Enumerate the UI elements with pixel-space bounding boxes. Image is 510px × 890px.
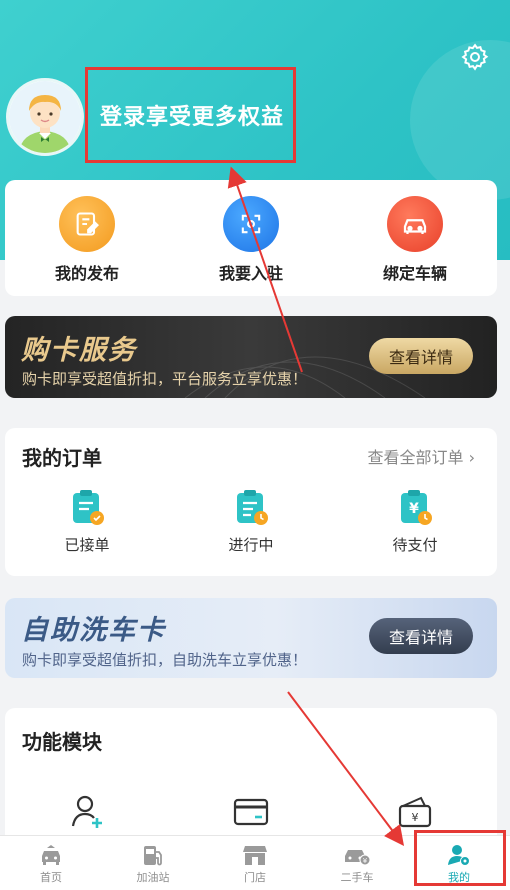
tab-label: 首页	[40, 871, 62, 884]
tab-home[interactable]: 首页	[0, 836, 102, 890]
avatar[interactable]	[6, 78, 84, 156]
module-add-user[interactable]	[5, 792, 169, 832]
tab-gas-station[interactable]: 加油站	[102, 836, 204, 890]
card-icon	[233, 798, 269, 826]
order-label: 进行中	[228, 536, 274, 554]
edit-icon	[59, 196, 115, 252]
action-label: 我的发布	[54, 264, 119, 283]
order-accepted[interactable]: 已接单	[5, 488, 169, 555]
tab-label: 二手车	[340, 871, 374, 884]
order-label: 已接单	[64, 536, 110, 554]
buy-card-details-button[interactable]: 查看详情	[369, 338, 473, 374]
quick-actions-card: 我的发布 我要入驻 绑定车辆	[5, 180, 497, 296]
order-pending-payment-icon: ¥	[401, 490, 432, 525]
buy-card-title: 购卡服务	[21, 335, 137, 366]
login-text: 登录享受更多权益	[100, 105, 285, 130]
store-icon	[243, 846, 267, 865]
buy-card-banner[interactable]: 购卡服务 购卡即享受超值折扣，平台服务立享优惠！ 查看详情	[5, 316, 497, 398]
order-accepted-icon	[73, 490, 104, 525]
used-car-icon: ¥	[345, 850, 371, 866]
action-label: 绑定车辆	[382, 264, 447, 283]
action-join[interactable]: 我要入驻	[169, 180, 333, 296]
tab-used-car[interactable]: ¥ 二手车	[306, 836, 408, 890]
modules-title: 功能模块	[22, 730, 102, 754]
svg-text:¥: ¥	[363, 857, 368, 865]
home-car-icon	[42, 845, 60, 865]
car-wash-card-banner[interactable]: 自助洗车卡 购卡即享受超值折扣，自助洗车立享优惠！ 查看详情	[5, 598, 497, 678]
order-pending-payment[interactable]: ¥ 待支付	[333, 488, 497, 555]
tab-profile[interactable]: 我的	[408, 836, 510, 890]
buy-card-subtitle: 购卡即享受超值折扣，平台服务立享优惠！	[22, 370, 308, 388]
order-in-progress[interactable]: 进行中	[169, 488, 333, 555]
enter-icon	[223, 196, 279, 252]
settings-gear-icon[interactable]	[460, 42, 490, 72]
tab-label: 加油站	[136, 871, 170, 884]
car-icon	[387, 196, 443, 252]
car-wash-card-title: 自助洗车卡	[21, 615, 166, 646]
action-my-posts[interactable]: 我的发布	[5, 180, 169, 296]
order-in-progress-icon	[237, 490, 268, 525]
svg-text:¥: ¥	[409, 501, 419, 517]
login-prompt[interactable]: 登录享受更多权益	[85, 67, 296, 163]
action-bind-vehicle[interactable]: 绑定车辆	[333, 180, 497, 296]
wallet-icon: ¥	[398, 796, 432, 828]
order-label: 待支付	[392, 536, 438, 554]
car-wash-card-subtitle: 购卡即享受超值折扣，自助洗车立享优惠！	[22, 651, 308, 669]
tab-store[interactable]: 门店	[204, 836, 306, 890]
module-card[interactable]	[169, 792, 333, 832]
module-wallet[interactable]: ¥	[333, 792, 497, 832]
tab-label: 我的	[448, 871, 470, 884]
tab-label: 门店	[244, 871, 266, 884]
orders-title: 我的订单	[22, 446, 102, 470]
gas-station-icon	[144, 846, 162, 866]
add-user-icon	[71, 795, 102, 828]
orders-card: 我的订单 查看全部订单 › 已接单 进行中 ¥ 待支付	[5, 428, 497, 576]
svg-text:¥: ¥	[412, 811, 419, 824]
profile-icon	[448, 845, 470, 866]
view-all-orders-link[interactable]: 查看全部订单 ›	[368, 444, 476, 468]
bottom-tab-bar: 首页 加油站 门店 ¥ 二手车 我的	[0, 835, 510, 890]
action-label: 我要入驻	[218, 264, 283, 283]
car-wash-card-details-button[interactable]: 查看详情	[369, 618, 473, 654]
